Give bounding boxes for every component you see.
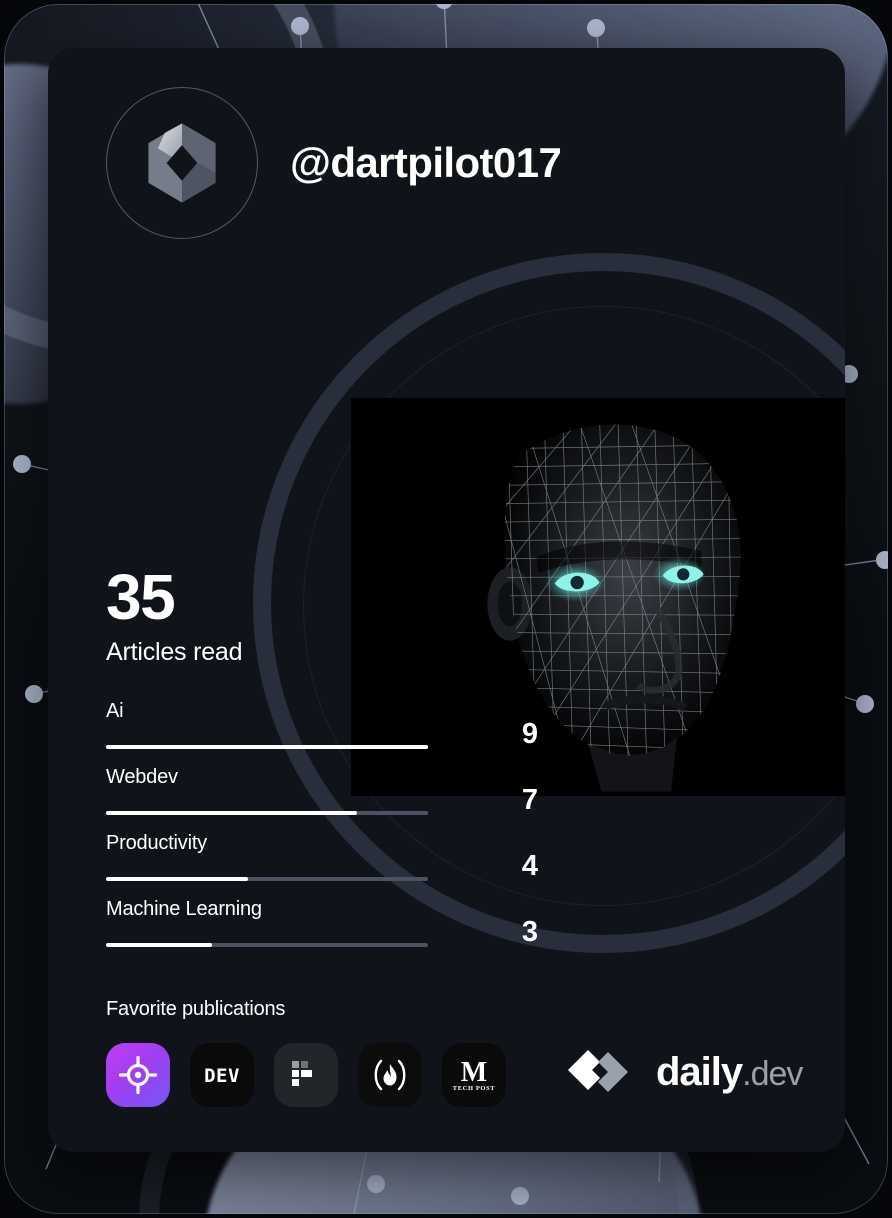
top-tags-list: Ai 9 Webdev 7 Productivity 4 Machine Lea…	[106, 700, 538, 964]
tag-progress-track	[106, 877, 428, 882]
publication-item-hashnode[interactable]	[274, 1043, 338, 1107]
profile-handle: @dartpilot017	[290, 139, 562, 186]
daily-dev-chevrons-logo-icon	[568, 1050, 628, 1092]
favorite-publications: Favorite publications DEV M TECH POST	[106, 998, 506, 1107]
tag-progress-fill	[106, 745, 428, 750]
tag-count: 3	[521, 916, 538, 949]
daily-dev-brand: daily.dev	[566, 1048, 803, 1096]
publication-item-devto[interactable]: DEV	[190, 1043, 254, 1107]
tag-row: Webdev 7	[106, 766, 538, 832]
tag-label: Webdev	[106, 766, 178, 789]
brand-mark	[566, 1048, 638, 1096]
tag-count: 4	[521, 850, 538, 883]
dev-to-icon: DEV	[204, 1065, 240, 1087]
publication-icon-list: DEV M TECH POST	[106, 1043, 506, 1107]
flame-parentheses-icon	[374, 1059, 406, 1091]
profile-header: @dartpilot017	[106, 87, 562, 239]
brand-wordmark: daily.dev	[656, 1049, 803, 1095]
marktechpost-m-icon: M TECH POST	[453, 1057, 495, 1092]
brand-suffix: .dev	[742, 1054, 803, 1093]
crosshair-target-icon	[118, 1055, 158, 1095]
hashnode-blocks-icon	[292, 1061, 312, 1086]
tag-count: 9	[521, 718, 538, 751]
tag-row: Productivity 4	[106, 832, 538, 898]
tag-label: Ai	[106, 700, 124, 723]
daily-dev-hexagon-logo-icon	[148, 123, 216, 203]
svg-text:TECH POST: TECH POST	[453, 1085, 495, 1092]
profile-card: @dartpilot017 35 Articles read Ai 9 Webd…	[48, 48, 845, 1152]
tag-progress-track	[106, 745, 428, 750]
svg-text:DEV: DEV	[204, 1065, 240, 1087]
svg-text:M: M	[461, 1057, 487, 1088]
tag-progress-fill	[106, 943, 213, 948]
articles-read-count: 35	[106, 561, 176, 633]
articles-read-label: Articles read	[106, 637, 243, 666]
tag-row: Machine Learning 3	[106, 898, 538, 964]
tag-row: Ai 9	[106, 700, 538, 766]
favorite-publications-title: Favorite publications	[106, 998, 286, 1020]
publication-item-marktechpost[interactable]: M TECH POST	[442, 1043, 506, 1107]
avatar[interactable]	[106, 87, 258, 239]
tag-progress-track	[106, 943, 428, 948]
tag-progress-track	[106, 811, 428, 816]
brand-name: daily	[656, 1049, 743, 1094]
reading-stats: 35 Articles read Ai 9 Webdev 7 Productiv…	[106, 561, 538, 964]
tag-label: Productivity	[106, 832, 207, 855]
tag-progress-fill	[106, 811, 358, 816]
publication-item-crosshair[interactable]	[106, 1043, 170, 1107]
tag-label: Machine Learning	[106, 898, 262, 921]
tag-count: 7	[521, 784, 538, 817]
tag-progress-fill	[106, 877, 248, 882]
profile-card-stage: @dartpilot017 35 Articles read Ai 9 Webd…	[0, 0, 892, 1218]
publication-item-flame[interactable]	[358, 1043, 422, 1107]
